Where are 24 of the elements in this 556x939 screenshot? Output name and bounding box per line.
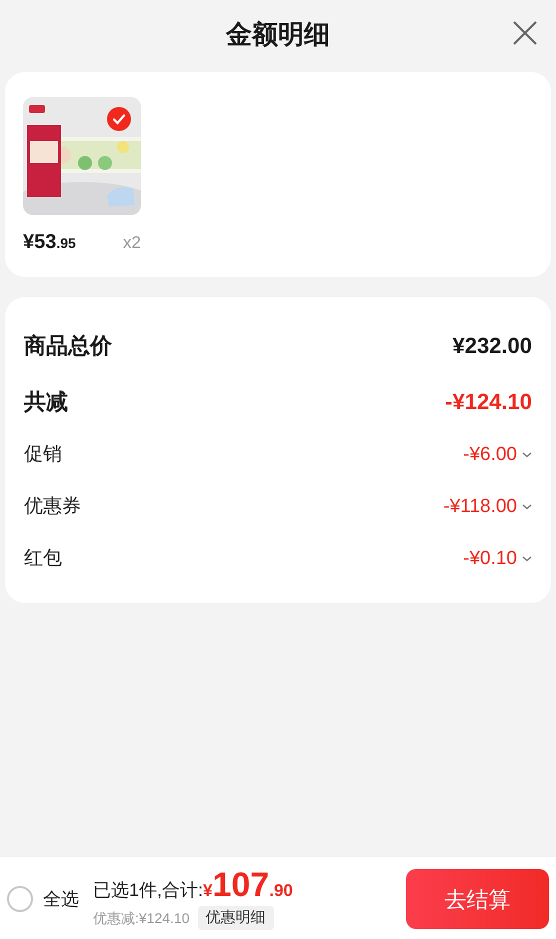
product-price: ¥53.95 <box>23 230 76 255</box>
chevron-down-icon[interactable] <box>522 452 532 458</box>
summary-label: 共减 <box>24 388 68 416</box>
discount-text: 优惠减:¥124.10 <box>93 908 190 928</box>
page-title: 金额明细 <box>226 18 330 50</box>
chevron-down-icon[interactable] <box>522 504 532 510</box>
checkout-button[interactable]: 去结算 <box>406 869 549 929</box>
select-all-label[interactable]: 全选 <box>43 886 79 912</box>
chevron-down-icon[interactable] <box>522 556 532 562</box>
summary-amount: -¥118.00 <box>443 494 517 519</box>
summary-amount: ¥232.00 <box>452 332 532 360</box>
discount-details-button[interactable]: 优惠明细 <box>198 906 274 930</box>
close-icon[interactable] <box>512 20 538 46</box>
product-quantity: x2 <box>123 232 141 254</box>
summary-label: 商品总价 <box>24 332 112 360</box>
summary-label: 促销 <box>24 442 62 467</box>
summary-amount: -¥124.10 <box>445 388 532 416</box>
total-price: ¥107.90 <box>203 868 293 904</box>
summary-amount: -¥0.10 <box>463 546 517 571</box>
select-all-radio[interactable] <box>7 886 33 912</box>
summary-label: 优惠券 <box>24 494 81 519</box>
selected-count-label: 已选1件,合计: <box>93 878 204 902</box>
summary-label: 红包 <box>24 546 62 571</box>
summary-amount: -¥6.00 <box>463 442 517 467</box>
